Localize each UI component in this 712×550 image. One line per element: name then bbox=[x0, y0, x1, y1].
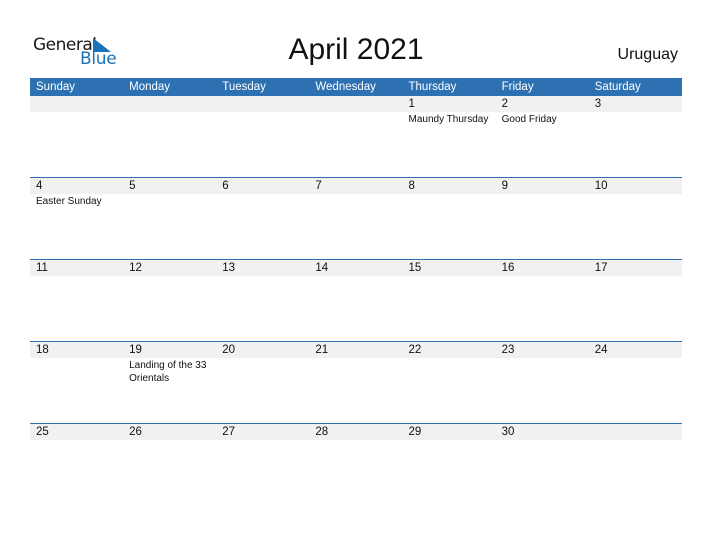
week-row: 18 19 Landing of the 33 Orientals 20 21 22 23 2… bbox=[30, 341, 682, 423]
day-number bbox=[595, 424, 682, 440]
day-cell: 19 Landing of the 33 Orientals bbox=[123, 342, 216, 423]
day-cell: 16 bbox=[496, 260, 589, 341]
day-cell: 30 bbox=[496, 424, 589, 505]
day-cell: 28 bbox=[309, 424, 402, 505]
day-cell: 14 bbox=[309, 260, 402, 341]
calendar-grid: Sunday Monday Tuesday Wednesday Thursday Frid… bbox=[30, 78, 682, 505]
day-cell: 6 bbox=[216, 178, 309, 259]
day-cell: 27 bbox=[216, 424, 309, 505]
holiday-label: Maundy Thursday bbox=[408, 114, 489, 125]
country-label: Uruguay bbox=[617, 46, 678, 63]
day-number: 18 bbox=[36, 344, 49, 356]
day-number: 6 bbox=[222, 180, 229, 192]
day-number: 9 bbox=[501, 180, 509, 192]
day-cell: 17 bbox=[589, 260, 682, 341]
day-cell: 20 bbox=[216, 342, 309, 423]
day-number: 11 bbox=[36, 262, 48, 274]
day-number: 22 bbox=[408, 344, 422, 356]
holiday-label: Easter Sunday bbox=[36, 196, 102, 207]
day-cell: 15 bbox=[403, 260, 496, 341]
day-cell bbox=[216, 96, 309, 177]
day-number: 14 bbox=[315, 262, 329, 274]
day-cell: 2 Good Friday bbox=[496, 96, 589, 177]
day-number: 15 bbox=[408, 262, 422, 274]
day-number bbox=[129, 96, 216, 112]
day-number: 28 bbox=[315, 426, 329, 438]
day-cell bbox=[30, 96, 123, 177]
day-number bbox=[222, 96, 309, 112]
day-cell: 24 bbox=[589, 342, 682, 423]
day-cell: 12 bbox=[123, 260, 216, 341]
day-cell: 1 Maundy Thursday bbox=[403, 96, 496, 177]
day-number: 10 bbox=[594, 180, 608, 192]
holiday-label: Landing of the 33 Orientals bbox=[129, 360, 207, 384]
weekday-friday: Friday bbox=[501, 81, 534, 93]
day-number: 21 bbox=[315, 344, 329, 356]
day-cell: 5 bbox=[123, 178, 216, 259]
day-number: 4 bbox=[36, 180, 43, 192]
day-number: 23 bbox=[501, 344, 515, 356]
day-number: 8 bbox=[408, 180, 415, 192]
day-cell: 8 bbox=[403, 178, 496, 259]
day-number: 29 bbox=[408, 426, 422, 438]
day-number: 5 bbox=[129, 180, 136, 192]
day-number: 12 bbox=[129, 262, 142, 274]
day-cell: 25 bbox=[30, 424, 123, 505]
day-number: 7 bbox=[315, 180, 322, 192]
weekday-thursday: Thursday bbox=[408, 81, 457, 93]
holiday-label: Good Friday bbox=[501, 114, 557, 125]
day-number: 2 bbox=[501, 98, 509, 110]
weekday-header: Sunday Monday Tuesday Wednesday Thursday Frid… bbox=[30, 78, 682, 96]
day-number bbox=[315, 96, 402, 112]
day-cell: 3 bbox=[589, 96, 682, 177]
day-cell: 21 bbox=[309, 342, 402, 423]
day-number: 25 bbox=[36, 426, 49, 438]
day-cell: 10 bbox=[589, 178, 682, 259]
day-cell: 22 bbox=[403, 342, 496, 423]
weekday-monday: Monday bbox=[129, 81, 171, 93]
day-cell: 11 bbox=[30, 260, 123, 341]
week-row: 11 12 13 14 15 16 17 bbox=[30, 259, 682, 341]
day-cell: 13 bbox=[216, 260, 309, 341]
day-number: 17 bbox=[594, 262, 608, 274]
day-number: 24 bbox=[594, 344, 608, 356]
day-cell bbox=[123, 96, 216, 177]
weekday-tuesday: Tuesday bbox=[222, 81, 266, 93]
week-row: 25 26 27 28 29 30 bbox=[30, 423, 682, 505]
week-row: 4 Easter Sunday 5 6 7 8 9 10 bbox=[30, 177, 682, 259]
day-number: 19 bbox=[129, 344, 142, 356]
day-cell: 7 bbox=[309, 178, 402, 259]
day-number: 16 bbox=[501, 262, 515, 274]
day-cell: 26 bbox=[123, 424, 216, 505]
day-cell: 4 Easter Sunday bbox=[30, 178, 123, 259]
day-number bbox=[36, 96, 123, 112]
day-number: 3 bbox=[594, 98, 602, 110]
day-cell: 9 bbox=[496, 178, 589, 259]
day-number: 26 bbox=[129, 426, 142, 438]
weekday-wednesday: Wednesday bbox=[315, 81, 376, 93]
day-number: 27 bbox=[222, 426, 236, 438]
day-cell: 29 bbox=[403, 424, 496, 505]
day-cell: 23 bbox=[496, 342, 589, 423]
page-title: April 2021 bbox=[288, 33, 424, 66]
week-row: 1 Maundy Thursday 2 Good Friday 3 bbox=[30, 96, 682, 177]
day-number: 1 bbox=[408, 98, 415, 110]
day-number: 13 bbox=[222, 262, 236, 274]
day-number: 30 bbox=[501, 426, 515, 438]
weekday-saturday: Saturday bbox=[594, 81, 641, 93]
day-cell: 18 bbox=[30, 342, 123, 423]
day-cell bbox=[309, 96, 402, 177]
day-cell bbox=[589, 424, 682, 505]
weekday-sunday: Sunday bbox=[36, 81, 76, 93]
day-number: 20 bbox=[222, 344, 236, 356]
